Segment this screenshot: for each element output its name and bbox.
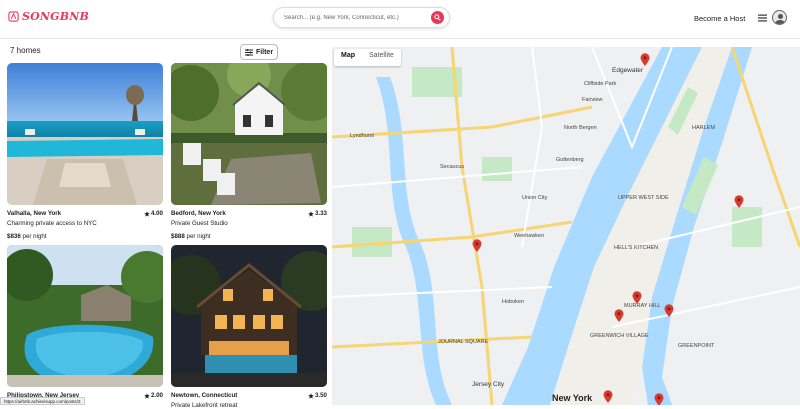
listing-rating: 4.00 <box>144 210 163 217</box>
listing-location: Valhalla, New York <box>7 210 62 217</box>
user-menu-button[interactable] <box>754 6 792 29</box>
filter-label: Filter <box>255 48 274 56</box>
listing-card[interactable]: Philipstown, New Jersey 2.00 <box>7 245 163 399</box>
listing-photo[interactable] <box>7 63 163 205</box>
map-label-fairview: Fairview <box>582 97 603 103</box>
map-pin[interactable] <box>603 390 613 403</box>
filter-button[interactable]: Filter <box>240 44 278 60</box>
filter-icon <box>244 48 253 56</box>
logo-text: SONGBNB <box>22 10 90 23</box>
listing-rating: 3.50 <box>308 392 327 399</box>
listing-location: Bedford, New York <box>171 210 226 217</box>
listing-rating: 2.00 <box>144 392 163 399</box>
map-label-union-city: Union City <box>522 195 548 201</box>
map-canvas[interactable] <box>332 47 800 405</box>
star-icon <box>144 210 150 217</box>
price-value: $836 <box>7 233 21 240</box>
listing-card[interactable]: Newtown, Connecticut 3.50 Private Lakefr… <box>171 245 327 409</box>
map-label-greenwich-village: GREENWICH VILLAGE <box>590 333 649 339</box>
map-label-guttenberg: Guttenberg <box>556 157 584 163</box>
tab-map[interactable]: Map <box>334 49 362 66</box>
map-pin[interactable] <box>734 195 744 208</box>
map-label-lyndhurst: Lyndhurst <box>350 133 374 139</box>
map-pin[interactable] <box>654 393 664 405</box>
rating-value: 3.50 <box>314 392 327 399</box>
map-label-north-bergen: North Bergen <box>564 125 597 131</box>
map-label-jersey-city: Jersey City <box>472 381 505 388</box>
top-bar: SONGBNB Become a Host <box>0 0 800 39</box>
rating-value: 2.00 <box>150 392 163 399</box>
map-label-greenpoint: GREENPOINT <box>678 343 715 349</box>
status-bar-url: https://airbnb.achievisupp.com/posts/3 <box>0 397 85 405</box>
map-pin[interactable] <box>664 304 674 317</box>
map-pin[interactable] <box>632 291 642 304</box>
map-type-tabs: Map Satellite <box>334 49 401 66</box>
listing-subtitle: Private Guest Studio <box>171 220 228 227</box>
listing-photo[interactable] <box>171 245 327 387</box>
map-pin[interactable] <box>472 239 482 252</box>
search-button[interactable] <box>431 11 444 24</box>
hamburger-icon <box>758 14 767 21</box>
logo[interactable]: SONGBNB <box>8 10 89 23</box>
map-label-murray-hill: MURRAY HILL <box>624 303 661 309</box>
price-unit: per night <box>186 233 211 240</box>
map-label-journal-square: JOURNAL SQUARE <box>438 339 489 345</box>
map-label-weehawken: Weehawken <box>514 233 545 239</box>
listing-photo[interactable] <box>171 63 327 205</box>
listing-photo[interactable] <box>7 245 163 387</box>
search-icon <box>434 14 441 21</box>
star-icon <box>308 392 314 399</box>
map-label-hells-kitchen: HELL'S KITCHEN <box>614 245 659 251</box>
map-label-cliffside-park: Cliffside Park <box>584 81 617 87</box>
listing-rating: 3.33 <box>308 210 327 217</box>
become-host-link[interactable]: Become a Host <box>694 14 745 23</box>
listing-card[interactable]: Valhalla, New York 4.00 Charming private… <box>7 63 163 240</box>
price-unit: per night <box>22 233 47 240</box>
map-label-harlem: HARLEM <box>692 125 715 131</box>
search-input[interactable] <box>284 12 434 24</box>
listing-subtitle: Charming private access to NYC <box>7 220 97 227</box>
listing-card[interactable]: Bedford, New York 3.33 Private Guest Stu… <box>171 63 327 240</box>
listing-location: Newtown, Connecticut <box>171 392 238 399</box>
map-label-new-york: New York <box>552 393 593 403</box>
map-pin[interactable] <box>640 53 650 66</box>
homes-count: 7 homes <box>10 46 41 55</box>
map-label-secaucus: Secaucus <box>440 164 465 170</box>
star-icon <box>144 392 150 399</box>
avatar <box>772 10 787 25</box>
listing-price: $836 per night <box>7 233 163 240</box>
price-value: $888 <box>171 233 185 240</box>
rating-value: 3.33 <box>314 210 327 217</box>
listing-price: $888 per night <box>171 233 327 240</box>
map-pin[interactable] <box>614 309 624 322</box>
tab-satellite[interactable]: Satellite <box>362 49 401 66</box>
map-label-hoboken: Hoboken <box>502 299 525 305</box>
map-label-edgewater: Edgewater <box>612 67 644 74</box>
listing-subtitle: Private Lakefront retreat <box>171 402 238 409</box>
star-icon <box>308 210 314 217</box>
logo-icon <box>8 11 19 22</box>
search-bar[interactable] <box>273 7 450 28</box>
map-label-upper-west-side: UPPER WEST SIDE <box>618 195 669 201</box>
rating-value: 4.00 <box>150 210 163 217</box>
map-panel[interactable]: Map Satellite Edgewater Cliffside Park F… <box>332 47 800 405</box>
